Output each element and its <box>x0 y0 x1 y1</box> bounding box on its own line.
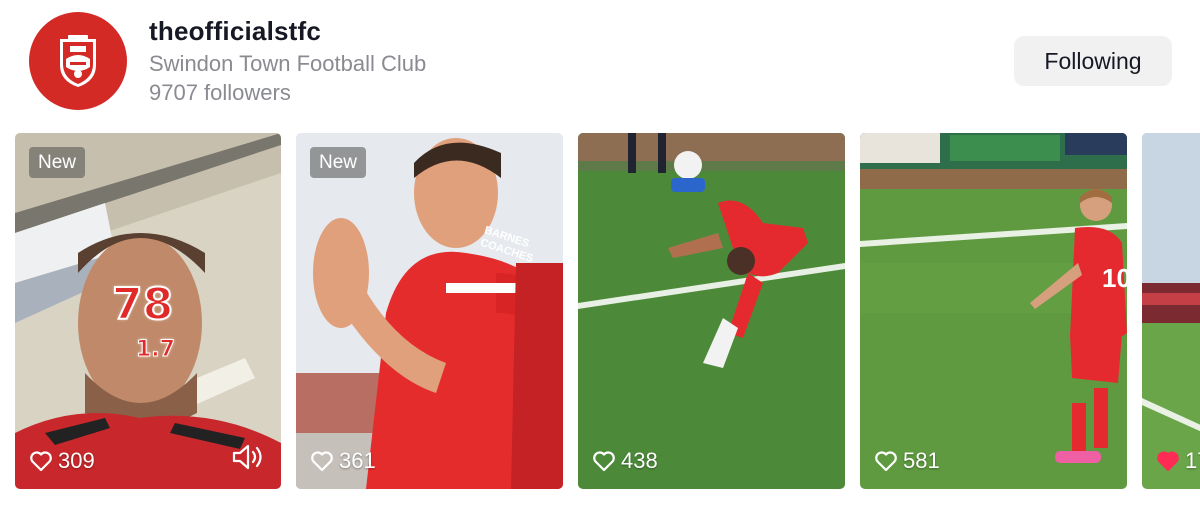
like-count-value: 438 <box>621 448 658 473</box>
new-badge: New <box>310 147 367 178</box>
heart-outline-icon <box>875 451 897 472</box>
like-count-value: 309 <box>58 448 95 473</box>
video-tile-3[interactable]: 438 <box>578 133 845 489</box>
video-thumbnail-3 <box>578 133 845 489</box>
like-count-value: 361 <box>339 448 376 473</box>
video-grid: 78 1.7 New 309 BARNES COACHES New 361 43… <box>0 133 1200 489</box>
follower-count: 9707 followers <box>149 80 291 105</box>
video-tile-4[interactable]: 10 581 <box>860 133 1127 489</box>
club-crest-icon <box>60 35 96 87</box>
like-count-value: 17 <box>1185 448 1200 473</box>
profile-header: theofficialstfc Swindon Town Football Cl… <box>0 0 1200 133</box>
like-count-value: 581 <box>903 448 940 473</box>
overlay-score-small: 1.7 <box>136 337 176 363</box>
video-thumbnail-4 <box>860 133 1127 489</box>
following-button[interactable]: Following <box>1014 36 1172 86</box>
heart-outline-icon <box>311 451 333 472</box>
like-count: 309 <box>29 448 95 474</box>
like-count: 17 <box>1156 448 1200 474</box>
video-tile-5[interactable]: 17 <box>1142 133 1200 489</box>
video-thumbnail-5 <box>1142 133 1200 489</box>
profile-username[interactable]: theofficialstfc <box>149 16 321 47</box>
heart-filled-icon <box>1157 451 1179 471</box>
profile-avatar[interactable] <box>29 12 127 110</box>
shirt-number: 10 <box>1102 263 1127 293</box>
like-count: 581 <box>874 448 940 474</box>
video-tile-1[interactable]: 78 1.7 New 309 <box>15 133 281 489</box>
video-tile-2[interactable]: BARNES COACHES New 361 <box>296 133 563 489</box>
new-badge: New <box>29 147 86 178</box>
heart-outline-icon <box>30 451 52 472</box>
speaker-icon[interactable] <box>231 442 265 472</box>
overlay-score: 78 <box>111 278 174 331</box>
video-thumbnail-2 <box>296 133 563 489</box>
like-count: 361 <box>310 448 376 474</box>
heart-outline-icon <box>593 451 615 472</box>
like-count: 438 <box>592 448 658 474</box>
profile-display-name: Swindon Town Football Club <box>149 51 427 76</box>
